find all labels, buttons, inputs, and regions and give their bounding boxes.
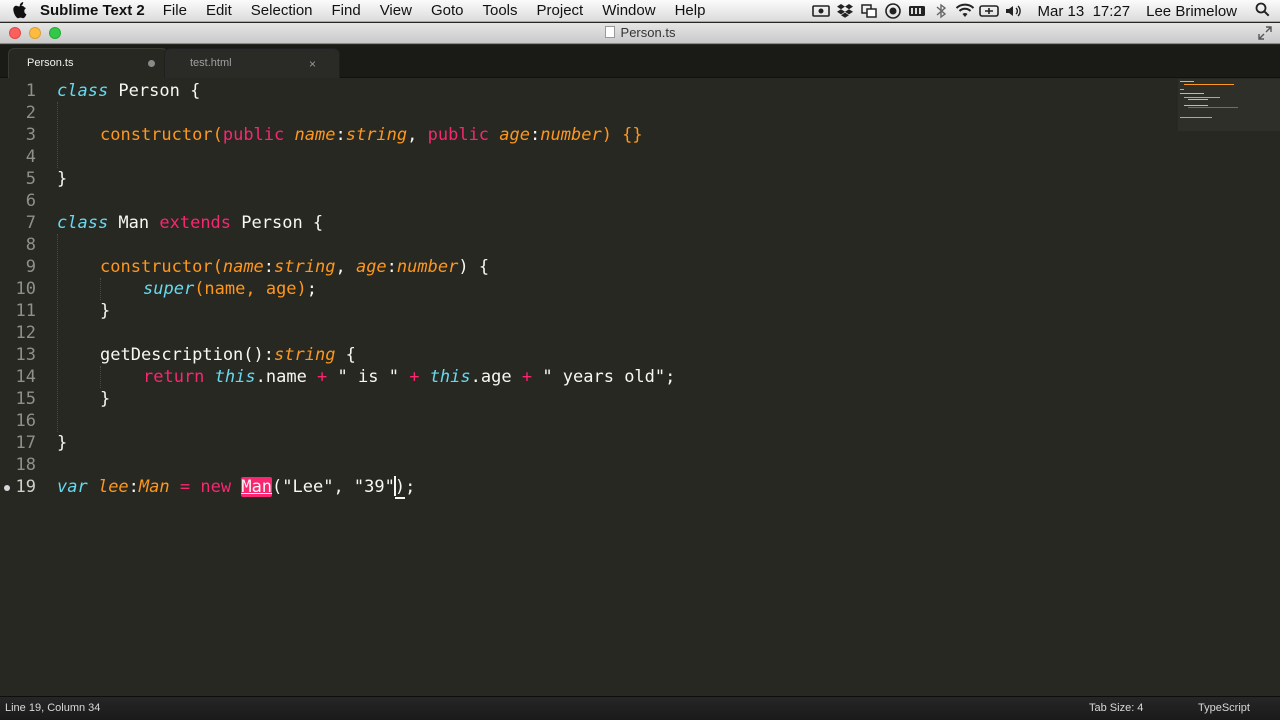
code-line-5: } bbox=[57, 169, 68, 189]
code-line-17: } bbox=[57, 433, 68, 453]
cursor-position: Line 19, Column 34 bbox=[5, 702, 101, 714]
menu-edit[interactable]: Edit bbox=[206, 2, 232, 19]
line-number: 9 bbox=[25, 257, 36, 277]
tab-label: test.html bbox=[190, 57, 232, 69]
line-number: 1 bbox=[25, 81, 36, 101]
indent-guide bbox=[57, 102, 58, 168]
menu-bar: Sublime Text 2 File Edit Selection Find … bbox=[0, 0, 1280, 22]
apple-icon[interactable] bbox=[0, 1, 40, 20]
line-number: 16 bbox=[15, 411, 36, 431]
window-icon[interactable] bbox=[858, 0, 880, 22]
line-number: 4 bbox=[25, 147, 36, 167]
code-line-9: constructor(name:string, age:number) { bbox=[100, 257, 490, 277]
menubar-user[interactable]: Lee Brimelow bbox=[1146, 3, 1237, 20]
clock-time: 17:27 bbox=[1092, 2, 1131, 20]
dropbox-icon[interactable] bbox=[834, 0, 856, 22]
line-number: 3 bbox=[25, 125, 36, 145]
time-machine-icon[interactable] bbox=[978, 0, 1000, 22]
menu-goto[interactable]: Goto bbox=[431, 2, 464, 19]
bluetooth-icon[interactable] bbox=[930, 0, 952, 22]
line-number: 5 bbox=[25, 169, 36, 189]
line-number: 8 bbox=[25, 235, 36, 255]
code-line-15: } bbox=[100, 389, 111, 409]
code-line-3: constructor(public name:string, public a… bbox=[100, 125, 643, 145]
line-number: 10 bbox=[15, 279, 36, 299]
tab-strip: Person.ts test.html × bbox=[0, 45, 1280, 78]
menu-app-name[interactable]: Sublime Text 2 bbox=[40, 2, 145, 19]
code-line-14: return this.name + " is " + this.age + "… bbox=[143, 367, 676, 387]
menu-help[interactable]: Help bbox=[675, 2, 706, 19]
tab-close-icon[interactable]: × bbox=[309, 57, 316, 71]
wifi-icon[interactable] bbox=[954, 0, 976, 22]
menu-window[interactable]: Window bbox=[602, 2, 655, 19]
line-number: 14 bbox=[15, 367, 36, 387]
line-number: 17 bbox=[15, 433, 36, 453]
minimap[interactable] bbox=[1178, 79, 1280, 131]
highlighted-class-name: Man bbox=[241, 477, 273, 497]
menu-view[interactable]: View bbox=[380, 2, 412, 19]
tab-size-selector[interactable]: Tab Size: 4 bbox=[1089, 702, 1143, 714]
indent-guide bbox=[100, 278, 101, 300]
document-icon bbox=[604, 26, 615, 38]
window-titlebar: Person.ts bbox=[0, 23, 1280, 44]
code-line-11: } bbox=[100, 301, 111, 321]
code-editor[interactable]: 1 2 3 4 5 6 7 8 9 10 11 12 13 14 15 16 1… bbox=[0, 79, 1280, 696]
syntax-selector[interactable]: TypeScript bbox=[1198, 702, 1250, 714]
tab-label: Person.ts bbox=[27, 57, 74, 69]
menu-project[interactable]: Project bbox=[537, 2, 584, 19]
code-line-19: var lee:Man = new Man("Lee", "39"); bbox=[57, 476, 416, 499]
circle-icon[interactable] bbox=[882, 0, 904, 22]
code-line-7: class Man extends Person { bbox=[57, 213, 324, 233]
screen-record-icon[interactable] bbox=[810, 0, 832, 22]
fullscreen-icon[interactable] bbox=[1258, 26, 1272, 45]
menu-tools[interactable]: Tools bbox=[482, 2, 517, 19]
line-gutter: 1 2 3 4 5 6 7 8 9 10 11 12 13 14 15 16 1… bbox=[0, 79, 50, 696]
menubar-clock[interactable]: Mar 13 17:27 bbox=[1038, 3, 1131, 20]
spotlight-search-icon[interactable] bbox=[1255, 2, 1270, 21]
tab-test-html[interactable]: test.html × bbox=[164, 48, 340, 78]
window-title: Person.ts bbox=[0, 25, 1280, 40]
line-number: 2 bbox=[25, 103, 36, 123]
menu-find[interactable]: Find bbox=[332, 2, 361, 19]
clock-date: Mar 13 bbox=[1037, 2, 1085, 20]
line-number: 11 bbox=[15, 301, 36, 321]
line-number: 6 bbox=[25, 191, 36, 211]
menu-selection[interactable]: Selection bbox=[251, 2, 313, 19]
line-number-current: 19 bbox=[15, 477, 36, 497]
tab-person-ts[interactable]: Person.ts bbox=[8, 48, 168, 78]
indent-guide bbox=[100, 366, 101, 388]
line-number: 15 bbox=[15, 389, 36, 409]
code-line-10: super(name, age); bbox=[143, 279, 318, 299]
menu-file[interactable]: File bbox=[163, 2, 187, 19]
code-line-1: class Person { bbox=[57, 81, 201, 101]
line-number: 7 bbox=[25, 213, 36, 233]
indent-guide bbox=[57, 234, 58, 432]
battery-icon[interactable] bbox=[906, 0, 928, 22]
line-number: 13 bbox=[15, 345, 36, 365]
unsaved-dot-icon[interactable] bbox=[148, 60, 155, 67]
window-title-text: Person.ts bbox=[620, 25, 676, 40]
status-bar: Line 19, Column 34 Tab Size: 4 TypeScrip… bbox=[0, 696, 1280, 720]
line-number: 18 bbox=[15, 455, 36, 475]
line-number: 12 bbox=[15, 323, 36, 343]
volume-icon[interactable] bbox=[1002, 0, 1024, 22]
code-line-13: getDescription():string { bbox=[100, 345, 356, 365]
